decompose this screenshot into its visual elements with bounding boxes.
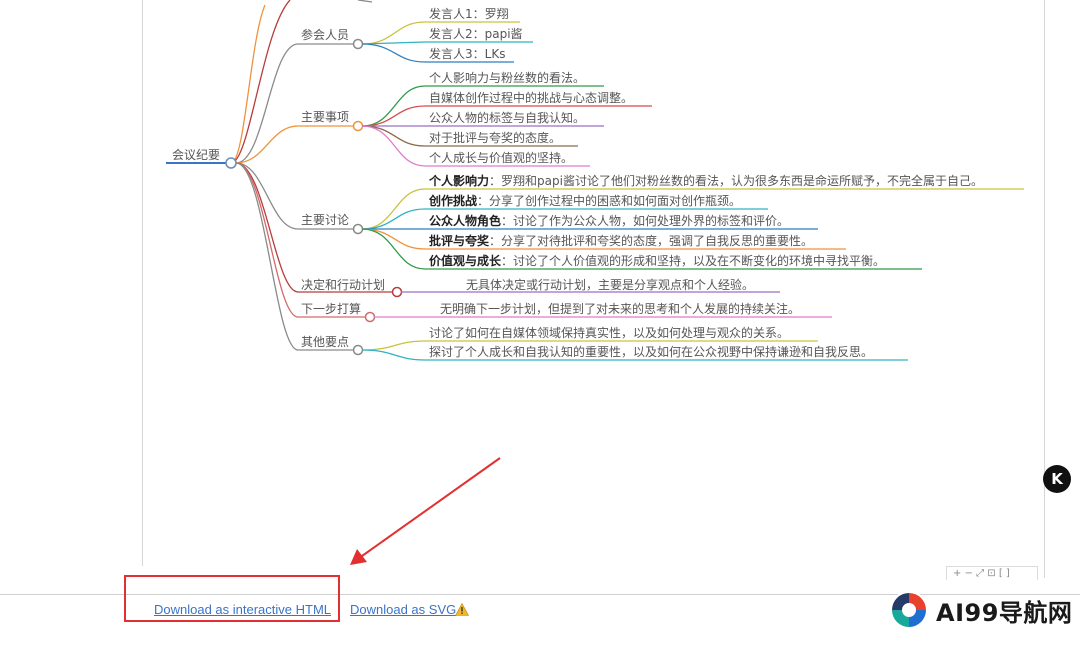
root-connectors [235,43,299,351]
branch-other-points[interactable]: 其他要点 讨论了如何在自媒体领域保持真实性，以及如何处理与观众的关系。 探讨了个… [298,325,908,361]
annotation-arrow [350,457,501,565]
discussion-2-topic: 创作挑战 [428,193,477,208]
next-step-1: 无明确下一步计划，但提到了对未来的思考和个人发展的持续关注。 [440,301,800,316]
other-point-2: 探讨了个人成长和自我认知的重要性，以及如何在公众视野中保持谦逊和自我反思。 [429,344,873,359]
discussion-3-detail: ：讨论了作为公众人物，如何处理外界的标签和评价。 [501,213,789,228]
mindmap-canvas: 会议纪要 参会人员 发言人1：罗翔 发言人2：papi酱 发言人3：LKs 主要… [166,0,1024,565]
mindmap-toolbar[interactable]: + − ⤢ ⊡ [ ] [946,566,1038,580]
main-item-2: 自媒体创作过程中的挑战与心态调整。 [429,90,633,105]
discussion-3-topic: 公众人物角色 [429,213,501,228]
main-item-1: 个人影响力与粉丝数的看法。 [429,70,585,85]
warning-icon [455,603,469,616]
attendee-1: 发言人1：罗翔 [429,6,509,21]
branch-next-steps-label: 下一步打算 [301,301,361,316]
main-item-5: 个人成长与价值观的坚持。 [429,150,573,165]
branch-attendees-label: 参会人员 [301,27,349,42]
decision-1: 无具体决定或行动计划，主要是分享观点和个人经验。 [466,277,754,292]
brand-logo-icon [890,591,928,629]
offscreen-branch-connectors [230,0,373,164]
branch-main-items[interactable]: 主要事项 个人影响力与粉丝数的看法。 自媒体创作过程中的挑战与心态调整。 公众人… [298,70,652,167]
download-html-link[interactable]: Download as interactive HTML [154,602,331,617]
branch-discussion[interactable]: 主要讨论 个人影响力：罗翔和papi酱讨论了他们对粉丝数的看法，认为很多东西是命… [298,173,1024,270]
discussion-1-detail: ：罗翔和papi酱讨论了他们对粉丝数的看法，认为很多东西是命运所赋予，不完全属于… [489,173,983,188]
branch-attendees[interactable]: 参会人员 发言人1：罗翔 发言人2：papi酱 发言人3：LKs [298,6,533,63]
discussion-5: 价值观与成长：讨论了个人价值观的形成和坚持，以及在不断变化的环境中寻找平衡。 [429,253,885,268]
branch-next-steps[interactable]: 下一步打算 无明确下一步计划，但提到了对未来的思考和个人发展的持续关注。 [298,301,832,323]
root-node[interactable]: 会议纪要 [166,148,237,169]
discussion-5-detail: ：讨论了个人价值观的形成和坚持，以及在不断变化的环境中寻找平衡。 [501,253,885,268]
discussion-4: 批评与夸奖：分享了对待批评和夸奖的态度，强调了自我反思的重要性。 [429,233,813,248]
floating-k-icon[interactable]: K [1043,465,1071,493]
discussion-4-topic: 批评与夸奖 [429,233,490,248]
brand-name: AI99导航网 [936,598,1073,627]
branch-other-points-label: 其他要点 [301,335,349,349]
branch-decisions[interactable]: 决定和行动计划 无具体决定或行动计划，主要是分享观点和个人经验。 [298,277,780,298]
branch-main-items-label: 主要事项 [301,110,349,124]
branch-decisions-label: 决定和行动计划 [301,277,385,292]
other-point-1: 讨论了如何在自媒体领域保持真实性，以及如何处理与观众的关系。 [429,325,789,340]
main-item-3: 公众人物的标签与自我认知。 [429,110,585,125]
discussion-3: 公众人物角色：讨论了作为公众人物，如何处理外界的标签和评价。 [429,213,789,228]
root-label: 会议纪要 [172,148,220,162]
branch-discussion-label: 主要讨论 [301,213,349,227]
attendee-2: 发言人2：papi酱 [429,26,523,41]
discussion-1: 个人影响力：罗翔和papi酱讨论了他们对粉丝数的看法，认为很多东西是命运所赋予，… [428,173,983,188]
download-svg-link[interactable]: Download as SVG [350,602,456,617]
discussion-4-detail: ：分享了对待批评和夸奖的态度，强调了自我反思的重要性。 [489,233,813,248]
main-item-4: 对于批评与夸奖的态度。 [429,130,561,145]
discussion-2: 创作挑战：分享了创作过程中的困惑和如何面对创作瓶颈。 [428,193,741,208]
attendee-3: 发言人3：LKs [429,46,505,61]
discussion-2-detail: ：分享了创作过程中的困惑和如何面对创作瓶颈。 [477,193,741,208]
discussion-5-topic: 价值观与成长 [429,253,502,268]
brand-watermark: AI99导航网 [888,586,1072,634]
discussion-1-topic: 个人影响力 [428,173,489,188]
